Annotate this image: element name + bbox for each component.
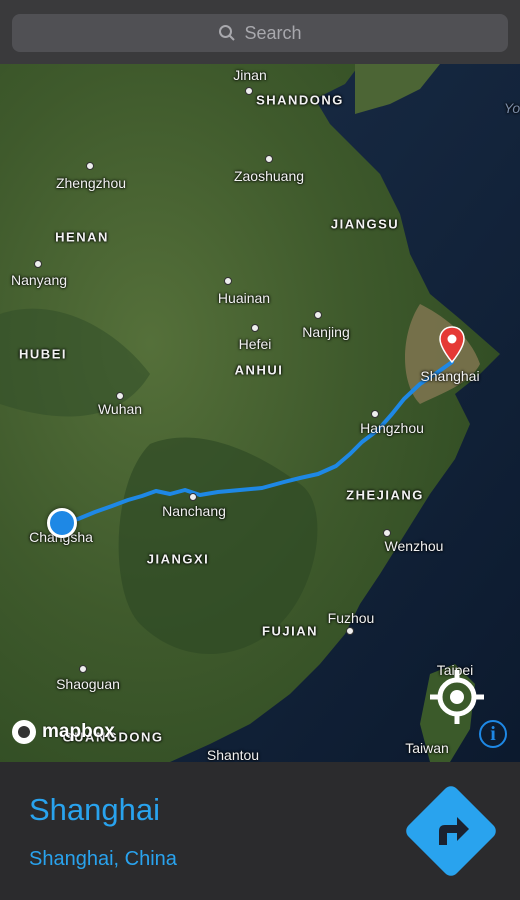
city-dot [189, 493, 197, 501]
destination-subtitle: Shanghai, China [29, 848, 177, 870]
city-dot [116, 392, 124, 400]
sea-label: Yo [503, 100, 520, 116]
city-dot [346, 627, 354, 635]
city-label: Hangzhou [360, 420, 424, 436]
destination-title: Shanghai [29, 792, 161, 827]
crosshair-icon [430, 670, 484, 724]
city-dot [34, 260, 42, 268]
province-label: JIANGSU [330, 216, 400, 232]
current-location-marker [47, 508, 77, 538]
mapbox-logo: mapbox [12, 720, 115, 744]
locate-me-button[interactable] [428, 668, 486, 726]
province-label: HENAN [55, 229, 109, 245]
province-label: JIANGXI [146, 551, 210, 567]
city-label: Taiwan [405, 740, 449, 756]
city-dot [86, 162, 94, 170]
city-label: Wenzhou [384, 538, 444, 554]
city-dot [224, 277, 232, 285]
mapbox-icon [12, 720, 36, 744]
city-dot [371, 410, 379, 418]
destination-pin-icon[interactable] [439, 326, 465, 364]
mapbox-wordmark: mapbox [42, 721, 115, 742]
province-label: HUBEI [19, 346, 67, 362]
city-label: Hefei [238, 336, 272, 352]
search-placeholder: Search [244, 22, 302, 43]
city-label: Shantou [206, 747, 260, 762]
city-dot [251, 324, 259, 332]
city-label: Huainan [217, 290, 271, 306]
directions-button[interactable] [403, 783, 499, 879]
search-input[interactable]: Search [12, 14, 508, 52]
city-label: Nanchang [162, 503, 226, 519]
province-label: FUJIAN [262, 623, 318, 639]
city-label: Jinan [233, 67, 267, 83]
city-dot [265, 155, 273, 163]
city-label: Zaoshuang [233, 168, 305, 184]
city-label: Wuhan [97, 401, 143, 417]
province-label: SHANDONG [256, 92, 344, 108]
city-label: Shanghai [420, 368, 480, 384]
province-label: ANHUI [234, 362, 284, 378]
city-label: Nanyang [10, 272, 68, 288]
city-dot [245, 87, 253, 95]
city-label: Fuzhou [327, 610, 375, 626]
search-bar: Search [0, 0, 520, 64]
info-icon[interactable]: i [479, 720, 507, 748]
city-label: Shaoguan [56, 676, 120, 692]
city-dot [79, 665, 87, 673]
city-label: Nanjing [302, 324, 350, 340]
turn-right-arrow-icon [406, 786, 496, 876]
city-dot [383, 529, 391, 537]
map-view[interactable]: SHANDONG HENAN JIANGSU HUBEI ANHUI ZHEJI… [0, 64, 520, 762]
city-label: Zhengzhou [55, 175, 127, 191]
province-label: ZHEJIANG [346, 487, 424, 503]
city-dot [314, 311, 322, 319]
destination-panel: Shanghai Shanghai, China [0, 762, 520, 900]
search-icon [218, 24, 236, 42]
